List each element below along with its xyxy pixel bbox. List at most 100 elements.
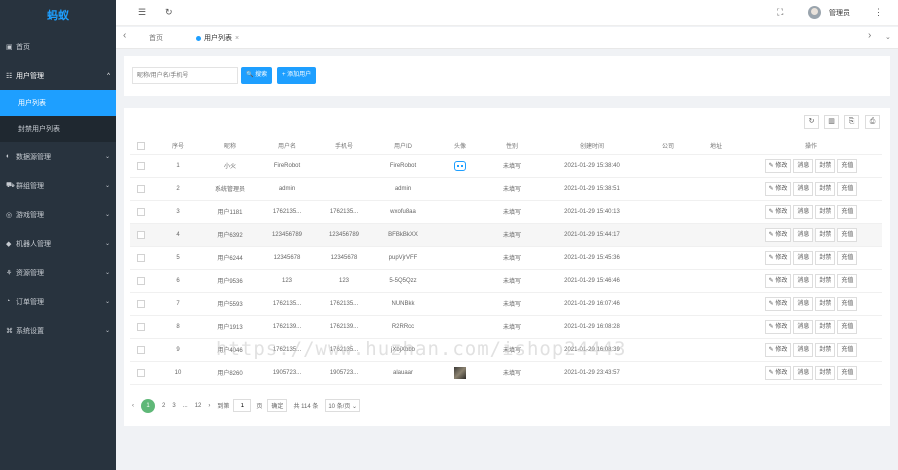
print-icon[interactable]: ⎙ bbox=[865, 115, 880, 129]
recharge-button[interactable]: 充值 bbox=[837, 204, 858, 219]
table-row[interactable]: 5 用户6244 12345678 12345678 pupVjrVFF 未填写 2021-… bbox=[130, 246, 882, 270]
row-checkbox[interactable] bbox=[130, 200, 152, 224]
recharge-button[interactable]: 充值 bbox=[837, 296, 858, 311]
column-header[interactable]: 公司 bbox=[644, 138, 692, 155]
recharge-button[interactable]: 充值 bbox=[837, 250, 858, 265]
more-icon[interactable]: ⋮ bbox=[874, 7, 883, 18]
checkbox[interactable] bbox=[137, 253, 145, 262]
edit-button[interactable]: ✎ 修改 bbox=[764, 227, 792, 242]
pager-page[interactable]: 12 bbox=[195, 403, 202, 409]
checkbox[interactable] bbox=[137, 368, 145, 377]
message-button[interactable]: 消息 bbox=[793, 158, 814, 173]
fullscreen-icon[interactable]: ⛶ bbox=[777, 7, 783, 18]
row-checkbox[interactable] bbox=[130, 177, 152, 201]
checkbox[interactable] bbox=[137, 207, 145, 216]
column-header[interactable]: 用户名 bbox=[256, 138, 318, 155]
column-header[interactable]: 头像 bbox=[436, 138, 484, 155]
ban-button[interactable]: 封禁 bbox=[815, 181, 836, 196]
edit-button[interactable]: ✎ 修改 bbox=[764, 296, 792, 311]
ban-button[interactable]: 封禁 bbox=[815, 319, 836, 334]
message-button[interactable]: 消息 bbox=[793, 181, 814, 196]
table-row[interactable]: 9 用户4046 1762135... 1762135... jXbjXbbb 未填写 20… bbox=[130, 338, 882, 362]
row-checkbox[interactable] bbox=[130, 338, 152, 362]
recharge-button[interactable]: 充值 bbox=[837, 319, 858, 334]
row-checkbox[interactable] bbox=[130, 269, 152, 293]
recharge-button[interactable]: 充值 bbox=[837, 181, 858, 196]
pager-page[interactable]: 1 bbox=[141, 398, 155, 413]
add-user-button[interactable]: + 添加用户 bbox=[277, 67, 317, 84]
message-button[interactable]: 消息 bbox=[793, 296, 814, 311]
edit-button[interactable]: ✎ 修改 bbox=[764, 319, 792, 334]
row-checkbox[interactable] bbox=[130, 292, 152, 316]
search-input[interactable] bbox=[132, 67, 238, 84]
ban-button[interactable]: 封禁 bbox=[815, 365, 836, 380]
username[interactable]: 管理员 bbox=[829, 8, 850, 18]
pager-next-icon[interactable]: › bbox=[208, 403, 210, 409]
message-button[interactable]: 消息 bbox=[793, 342, 814, 357]
column-header[interactable]: 创建时间 bbox=[540, 138, 644, 155]
ban-button[interactable]: 封禁 bbox=[815, 158, 836, 173]
ban-button[interactable]: 封禁 bbox=[815, 204, 836, 219]
column-header[interactable]: 地址 bbox=[692, 138, 740, 155]
message-button[interactable]: 消息 bbox=[793, 227, 814, 242]
checkbox[interactable] bbox=[137, 184, 145, 193]
sidebar-item-group[interactable]: ⛟ 群组管理 ⌄ bbox=[0, 171, 116, 200]
tab-user-list[interactable]: 用户列表 × bbox=[196, 33, 239, 43]
header-checkbox[interactable] bbox=[130, 138, 152, 155]
recharge-button[interactable]: 充值 bbox=[837, 342, 858, 357]
column-header[interactable]: 手机号 bbox=[318, 138, 370, 155]
menu-icon[interactable]: ☰ bbox=[138, 7, 146, 18]
edit-button[interactable]: ✎ 修改 bbox=[764, 158, 792, 173]
edit-button[interactable]: ✎ 修改 bbox=[764, 273, 792, 288]
tabs-next-icon[interactable]: › bbox=[868, 30, 871, 41]
checkbox[interactable] bbox=[137, 230, 145, 239]
message-button[interactable]: 消息 bbox=[793, 273, 814, 288]
message-button[interactable]: 消息 bbox=[793, 250, 814, 265]
columns-icon[interactable]: ▥ bbox=[824, 115, 839, 129]
sidebar-item-user-list[interactable]: 用户列表 bbox=[0, 90, 116, 116]
row-checkbox[interactable] bbox=[130, 223, 152, 247]
message-button[interactable]: 消息 bbox=[793, 319, 814, 334]
tab-home[interactable]: 首页 bbox=[149, 33, 163, 43]
checkbox[interactable] bbox=[137, 161, 145, 170]
refresh-icon[interactable]: ↻ bbox=[165, 7, 173, 18]
recharge-button[interactable]: 充值 bbox=[837, 227, 858, 242]
ban-button[interactable]: 封禁 bbox=[815, 342, 836, 357]
checkbox[interactable] bbox=[137, 345, 145, 354]
table-row[interactable]: 1 小火 FireRobot FireRobot 未填写 2021-01-29 15:38… bbox=[130, 154, 882, 178]
row-checkbox[interactable] bbox=[130, 246, 152, 270]
table-row[interactable]: 2 系统管理员 admin admin 未填写 2021-01-29 15:38:51 ✎ … bbox=[130, 177, 882, 201]
sidebar-item-home[interactable]: ▣ 首页 bbox=[0, 32, 116, 61]
checkbox[interactable] bbox=[137, 276, 145, 285]
sidebar-item-robot[interactable]: ◆ 机器人管理 ⌄ bbox=[0, 229, 116, 258]
column-header[interactable]: 性别 bbox=[484, 138, 540, 155]
row-checkbox[interactable] bbox=[130, 154, 152, 178]
table-row[interactable]: 4 用户6392 123456789 123456789 BFBkBkXX 未填写 2021… bbox=[130, 223, 882, 247]
tabs-prev-icon[interactable]: ‹ bbox=[123, 30, 126, 41]
tabs-dropdown-icon[interactable]: ⌄ bbox=[885, 33, 891, 41]
close-icon[interactable]: × bbox=[235, 35, 239, 42]
recharge-button[interactable]: 充值 bbox=[837, 158, 858, 173]
pager-page[interactable]: 3 bbox=[172, 403, 175, 409]
edit-button[interactable]: ✎ 修改 bbox=[764, 342, 792, 357]
sidebar-item-resource[interactable]: ⚘ 资源管理 ⌄ bbox=[0, 258, 116, 287]
sidebar-item-order[interactable]: ◔ 订单管理 ⌄ bbox=[0, 287, 116, 316]
ban-button[interactable]: 封禁 bbox=[815, 227, 836, 242]
edit-button[interactable]: ✎ 修改 bbox=[764, 204, 792, 219]
edit-button[interactable]: ✎ 修改 bbox=[764, 181, 792, 196]
column-header[interactable]: 昵称 bbox=[204, 138, 256, 155]
sidebar-item-user-management[interactable]: ☷ 用户管理 ^ bbox=[0, 61, 116, 90]
pager-page[interactable]: 2 bbox=[162, 403, 165, 409]
column-header[interactable]: 操作 bbox=[740, 138, 882, 155]
table-row[interactable]: 8 用户1913 1762139... 1762139... R2RRcc 未填写 2021… bbox=[130, 315, 882, 339]
column-header[interactable]: 序号 bbox=[152, 138, 204, 155]
ban-button[interactable]: 封禁 bbox=[815, 273, 836, 288]
message-button[interactable]: 消息 bbox=[793, 204, 814, 219]
refresh-table-icon[interactable]: ↻ bbox=[804, 115, 819, 129]
page-size-select[interactable]: 10 条/页 ⌄ bbox=[325, 399, 361, 412]
sidebar-item-datasource[interactable]: ◐ 数据源管理 ⌄ bbox=[0, 142, 116, 171]
export-icon[interactable]: ⎘ bbox=[844, 115, 859, 129]
checkbox[interactable] bbox=[137, 141, 145, 150]
edit-button[interactable]: ✎ 修改 bbox=[764, 365, 792, 380]
recharge-button[interactable]: 充值 bbox=[837, 365, 858, 380]
